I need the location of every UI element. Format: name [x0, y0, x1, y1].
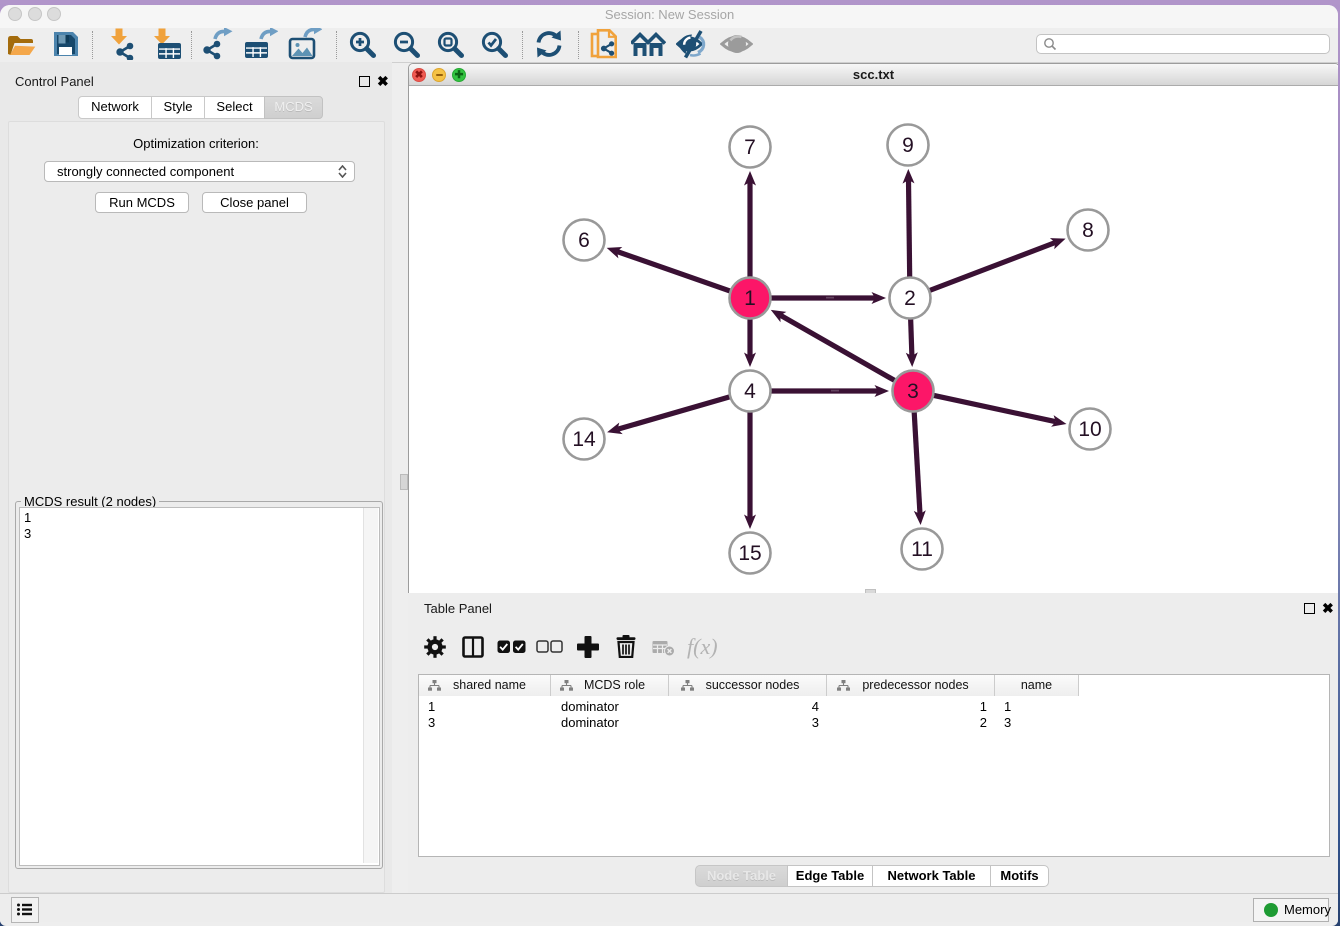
svg-text:8: 8 — [1082, 219, 1094, 242]
svg-text:7: 7 — [744, 136, 756, 159]
svg-text:15: 15 — [738, 542, 761, 565]
svg-text:10: 10 — [1078, 418, 1101, 441]
svg-text:6: 6 — [578, 229, 590, 252]
svg-text:9: 9 — [902, 134, 914, 157]
svg-text:1: 1 — [744, 287, 756, 310]
svg-text:4: 4 — [744, 380, 756, 403]
svg-text:2: 2 — [904, 287, 916, 310]
svg-text:14: 14 — [572, 428, 596, 451]
svg-text:3: 3 — [907, 380, 919, 403]
svg-text:11: 11 — [911, 538, 933, 561]
